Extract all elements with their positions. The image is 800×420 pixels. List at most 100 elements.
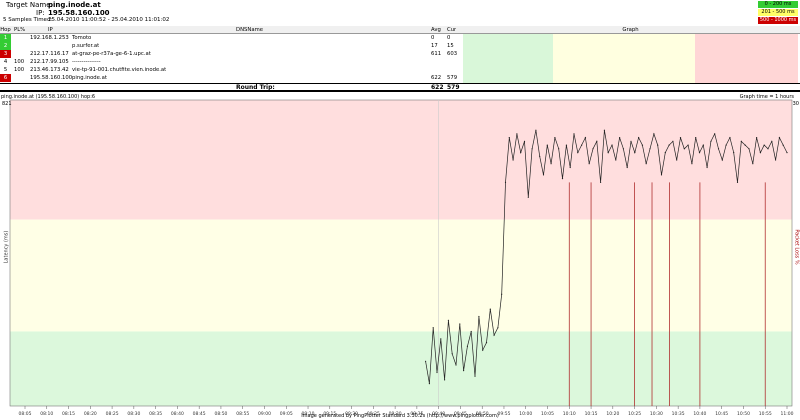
latency-point — [710, 140, 712, 142]
latency-point — [778, 137, 781, 139]
latency-point — [485, 342, 488, 344]
cell-hop: 2 — [0, 42, 11, 50]
latency-point — [581, 144, 583, 146]
latency-point — [756, 137, 758, 139]
latency-point — [527, 196, 529, 198]
latency-point — [447, 319, 449, 321]
latency-point — [611, 144, 613, 146]
latency-point — [516, 133, 518, 135]
latency-point — [676, 159, 678, 161]
col-dns[interactable]: DNSName — [236, 26, 263, 34]
cell-avg: 611 — [431, 51, 442, 57]
col-hop[interactable]: Hop — [0, 26, 11, 34]
latency-point — [698, 152, 701, 154]
latency-point — [645, 163, 647, 165]
cell-dns: ping.inode.at — [72, 75, 107, 81]
latency-point — [771, 140, 773, 142]
latency-point — [561, 178, 564, 180]
latency-point — [451, 353, 453, 355]
latency-point — [425, 360, 427, 362]
latency-point — [660, 174, 663, 176]
cell-ip: 192.168.1.253 — [30, 35, 69, 41]
latency-point — [638, 137, 640, 139]
latency-point — [459, 323, 461, 325]
latency-point — [748, 148, 750, 150]
latency-point — [573, 133, 575, 135]
table-header: Hop PL% IP DNSName Avg Cur Graph — [0, 26, 800, 34]
latency-timeline[interactable]: 08:05 08:10 08:15 08:20 08:25 08:30 08:35 08:40… — [0, 94, 800, 420]
cell-ip: 195.58.160.100 — [30, 75, 73, 81]
latency-point — [725, 144, 727, 146]
latency-point — [466, 345, 468, 347]
band-yellow — [10, 219, 792, 332]
latency-point — [634, 152, 636, 154]
latency-legend: 0 - 200 ms 201 - 500 ms 500 - 1000 ms — [758, 1, 798, 25]
samples-value: 25.04.2010 11:00:52 - 25.04.2010 11:01:0… — [48, 17, 170, 23]
graph-time-label: Graph time = 1 hours — [739, 94, 794, 100]
col-ip[interactable]: IP — [48, 26, 53, 34]
latency-point — [721, 159, 723, 161]
table-row[interactable]: 2 p.surfer.at 17 15 — [0, 42, 800, 50]
cell-dns: p.surfer.at — [72, 43, 100, 49]
latency-point — [649, 148, 651, 150]
latency-point — [501, 293, 503, 295]
col-cur[interactable]: Cur — [447, 26, 456, 34]
cell-hop: 3 — [0, 50, 11, 58]
latency-point — [584, 137, 587, 139]
latency-point — [653, 133, 655, 135]
latency-point — [775, 159, 777, 161]
latency-point — [679, 137, 682, 139]
latency-point — [455, 364, 457, 366]
table-row[interactable]: 4 100 212.17.99.105 --------------- — [0, 58, 800, 66]
col-graph[interactable]: Graph — [463, 26, 798, 34]
legend-red: 500 - 1000 ms — [758, 17, 798, 24]
col-avg[interactable]: Avg — [431, 26, 441, 34]
cell-pl: 100 — [14, 59, 25, 65]
latency-point — [470, 330, 472, 333]
round-trip-label: Round Trip: — [236, 84, 275, 91]
latency-point — [786, 152, 788, 154]
table-row[interactable]: 5 100 213.46.173.42 vie-tp-91-001.chutfite.… — [0, 66, 800, 74]
round-trip-avg: 622 — [431, 84, 444, 91]
latency-point — [546, 144, 548, 146]
table-row[interactable]: 3 212.17.116.17 at-graz-pe-r37a-ge-6-1.upc… — [0, 50, 800, 58]
latency-point — [565, 144, 568, 146]
latency-point — [695, 137, 697, 139]
latency-point — [615, 159, 617, 161]
timeline-chart: 08:05 08:10 08:15 08:20 08:25 08:30 08:35 08:40… — [0, 94, 800, 420]
latency-point — [706, 166, 708, 169]
cell-ip: 213.46.173.42 — [30, 67, 69, 73]
latency-point — [444, 379, 446, 381]
round-trip-cur: 579 — [447, 84, 460, 91]
cell-cur: 0 — [447, 35, 451, 41]
table-row[interactable]: 6 195.58.160.100 ping.inode.at 622 579 — [0, 74, 800, 82]
latency-point — [767, 148, 769, 150]
latency-point — [668, 144, 670, 146]
latency-point — [436, 371, 438, 374]
cell-cur: 603 — [447, 51, 458, 57]
latency-point — [554, 137, 556, 139]
trace-table: Hop PL% IP DNSName Avg Cur Graph 100.0% … — [0, 26, 800, 92]
latency-point — [782, 144, 784, 146]
latency-point — [478, 315, 480, 318]
cell-avg: 622 — [431, 75, 442, 81]
latency-point — [535, 129, 537, 131]
cell-avg: 17 — [431, 43, 438, 49]
latency-point — [542, 174, 545, 176]
latency-point — [672, 140, 674, 142]
cell-hop: 4 — [0, 58, 11, 66]
latency-point — [626, 166, 628, 169]
latency-point — [691, 163, 693, 165]
y-top-value: 821 — [2, 101, 12, 107]
cell-hop: 6 — [0, 74, 11, 82]
latency-point — [603, 129, 606, 131]
latency-point — [619, 137, 621, 139]
latency-point — [733, 152, 735, 154]
y-right-label: Packet Loss % — [793, 229, 800, 265]
table-row[interactable]: 1 192.168.1.253 Tomoto 0 0 — [0, 34, 800, 42]
latency-point — [729, 137, 731, 139]
cell-ip: 212.17.99.105 — [30, 59, 69, 65]
latency-point — [600, 181, 602, 183]
col-pl[interactable]: PL% — [14, 26, 25, 34]
cell-avg: 0 — [431, 35, 435, 41]
